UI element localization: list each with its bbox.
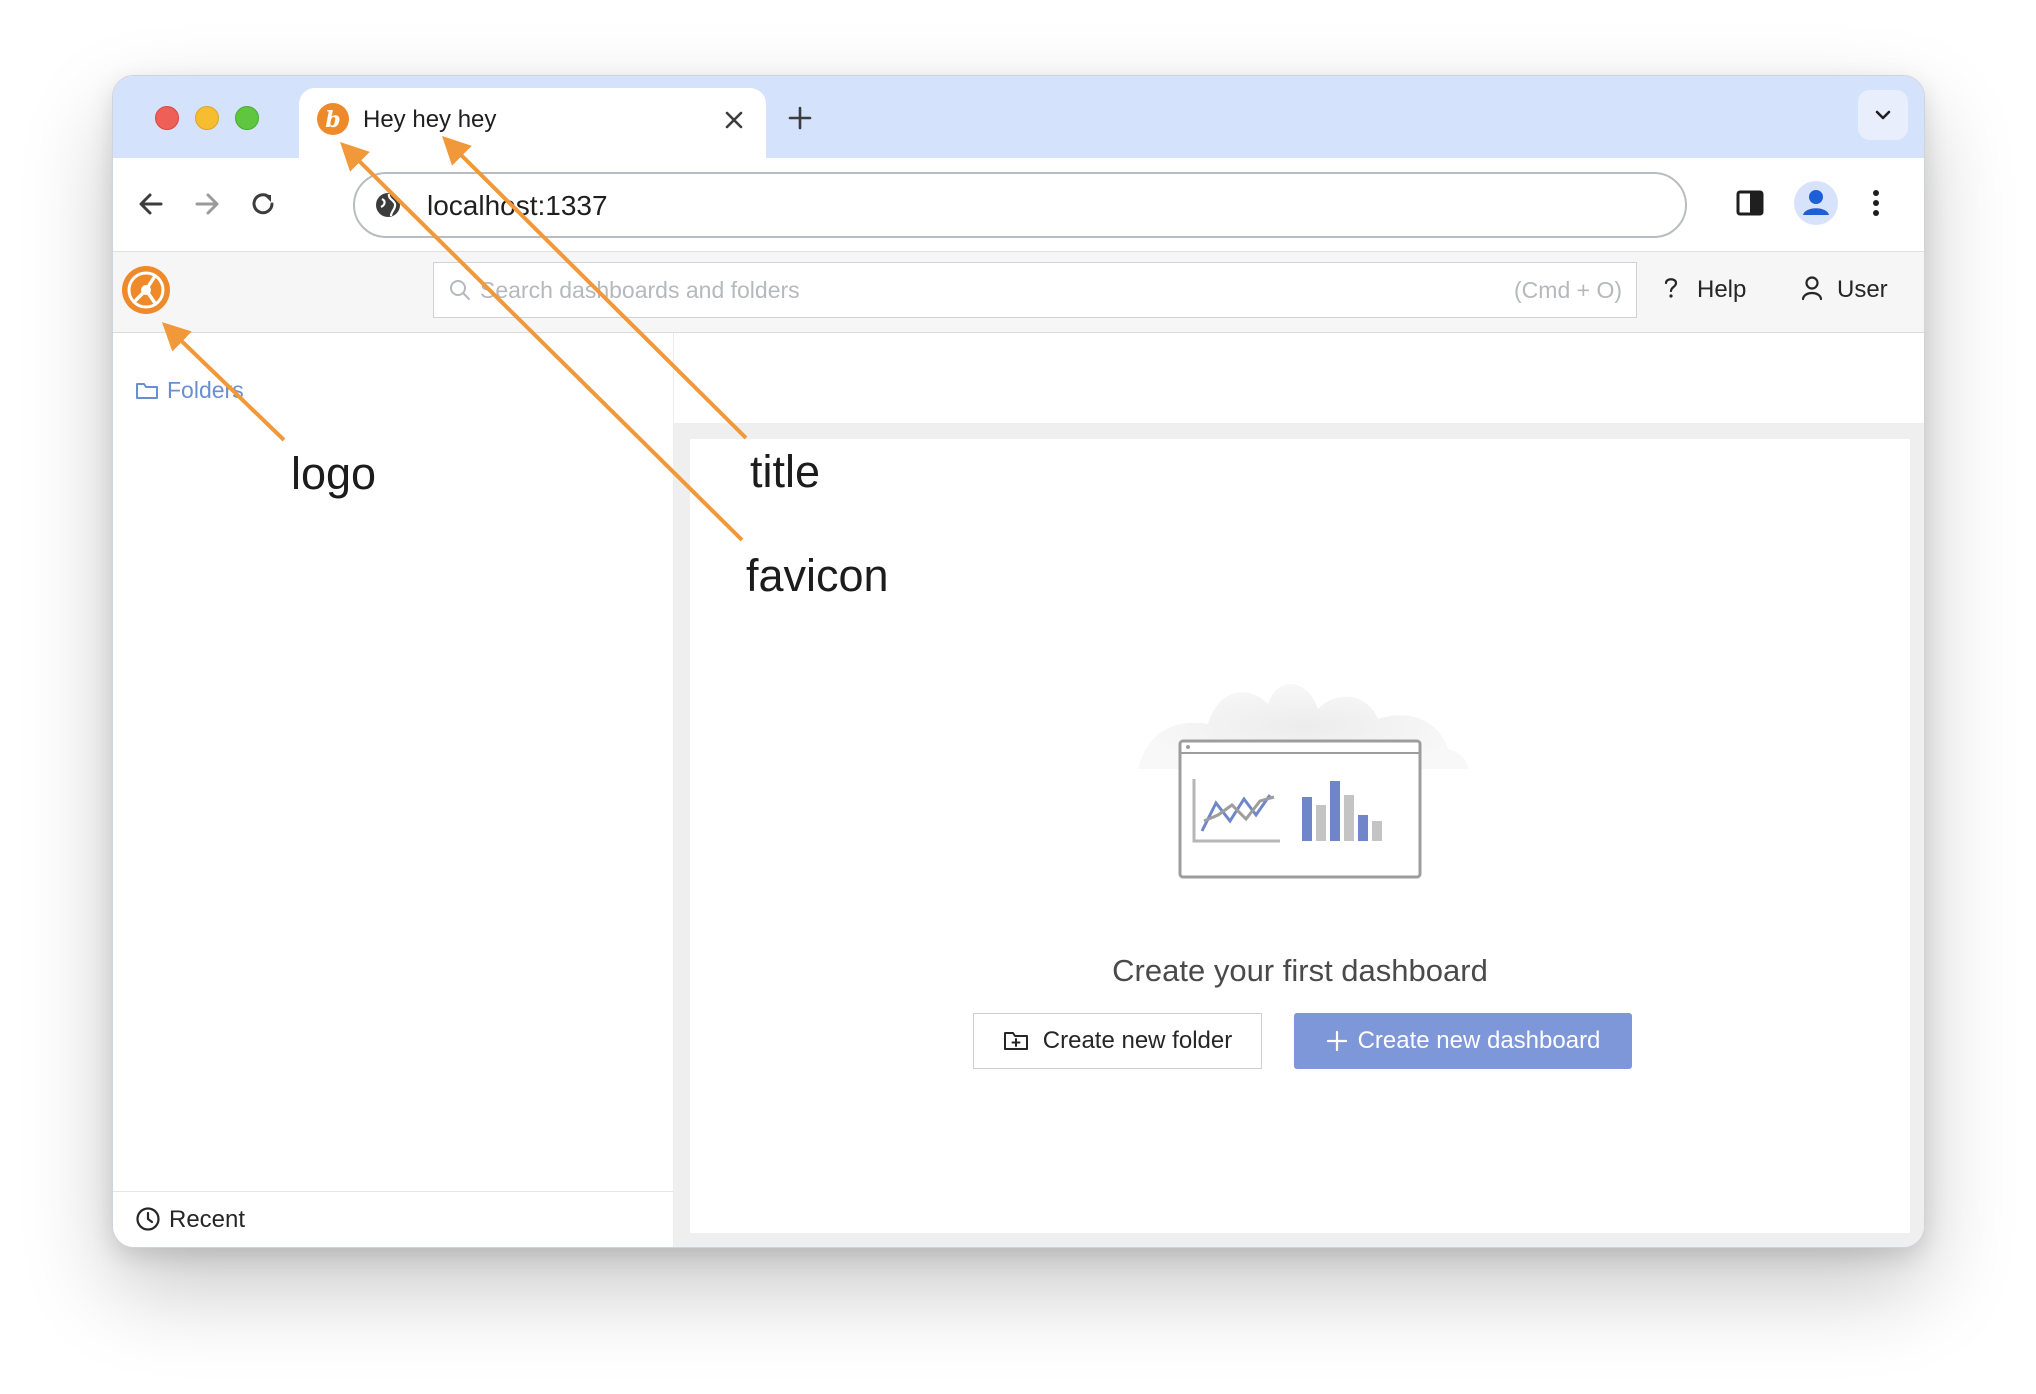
annotation-logo-label: logo (291, 448, 377, 499)
svg-text:b: b (325, 107, 340, 133)
screenshot-stage: b Hey hey hey localhost:1337 Search dash… (0, 0, 2036, 1394)
globe-icon (376, 193, 400, 217)
clock-icon (136, 1207, 160, 1231)
empty-state-title: Create your first dashboard (1112, 953, 1488, 988)
forward-arrow-icon[interactable] (189, 186, 225, 222)
dashboard-illustration-icon (1138, 683, 1468, 879)
browser-window: b Hey hey hey localhost:1337 Search dash… (112, 75, 1925, 1248)
user-menu-button[interactable]: User (1801, 275, 1888, 304)
sidebar-item-folders[interactable]: Folders (135, 377, 244, 404)
question-mark-icon (1664, 278, 1678, 298)
profile-avatar-icon[interactable] (1793, 180, 1839, 226)
chevron-down-icon (1875, 110, 1891, 120)
tab-strip: b Hey hey hey (113, 76, 1924, 158)
plus-icon (1326, 1030, 1347, 1052)
reload-icon[interactable] (245, 186, 281, 222)
annotation-favicon-label: favicon (746, 550, 889, 601)
close-tab-icon[interactable] (719, 105, 749, 135)
main-content: Create your first dashboard Create new f… (674, 333, 1924, 1247)
search-placeholder: Search dashboards and folders (480, 277, 800, 303)
browser-tab-active[interactable]: b Hey hey hey (299, 88, 766, 158)
folders-label: Folders (167, 377, 244, 403)
url-text: localhost:1337 (427, 190, 608, 221)
sidebar-recent[interactable]: Recent (113, 1191, 673, 1247)
app-header: Search dashboards and folders (Cmd + O) … (113, 252, 1924, 333)
user-icon (1801, 276, 1823, 301)
maximize-window-button[interactable] (235, 106, 259, 130)
folder-plus-icon (1003, 1032, 1028, 1050)
folder-icon (136, 383, 158, 399)
search-shortcut-hint: (Cmd + O) (1514, 277, 1622, 303)
create-dashboard-button[interactable]: Create new dashboard (1294, 1013, 1632, 1069)
browser-toolbar: localhost:1337 (113, 158, 1924, 252)
tab-title: Hey hey hey (363, 106, 497, 133)
recent-item[interactable]: Recent (135, 1206, 245, 1234)
search-box[interactable]: Search dashboards and folders (Cmd + O) (433, 262, 1637, 318)
sidebar: Folders Recent (113, 333, 674, 1247)
search-icon (450, 280, 470, 300)
create-dashboard-label: Create new dashboard (1357, 1027, 1601, 1054)
minimize-window-button[interactable] (195, 106, 219, 130)
side-panel-icon[interactable] (1731, 184, 1769, 222)
main-canvas: Create your first dashboard Create new f… (674, 423, 1924, 1247)
help-button[interactable]: Help (1661, 275, 1746, 304)
app-logo-icon[interactable] (121, 265, 171, 315)
help-label: Help (1697, 276, 1747, 303)
new-tab-plus-icon[interactable] (785, 103, 815, 133)
recent-label: Recent (169, 1206, 246, 1233)
create-folder-button[interactable]: Create new folder (973, 1013, 1262, 1069)
favicon-icon: b (317, 103, 349, 135)
user-label: User (1837, 276, 1888, 303)
back-arrow-icon[interactable] (133, 186, 169, 222)
kebab-menu-icon[interactable] (1857, 184, 1895, 222)
address-bar[interactable]: localhost:1337 (353, 172, 1687, 238)
create-folder-label: Create new folder (1042, 1027, 1233, 1054)
tab-search-button[interactable] (1858, 90, 1908, 140)
close-window-button[interactable] (155, 106, 179, 130)
annotation-title-label: title (750, 446, 821, 497)
